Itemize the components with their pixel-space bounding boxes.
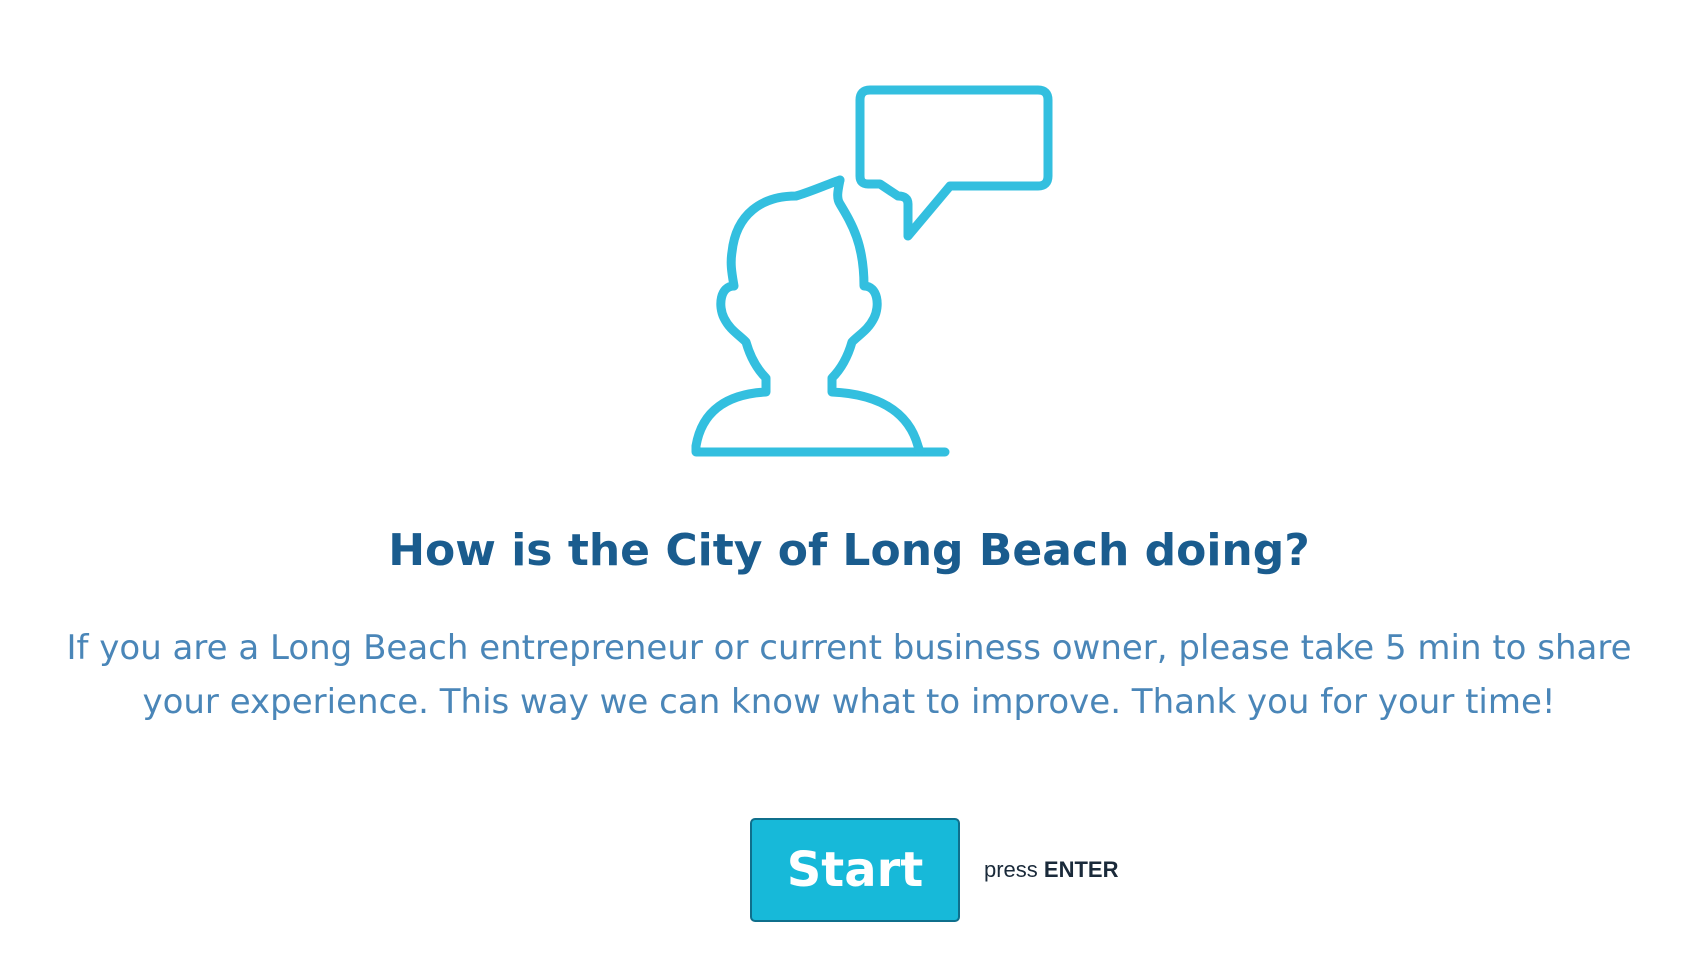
enter-hint: press ENTER bbox=[984, 857, 1118, 883]
welcome-screen: How is the City of Long Beach doing? If … bbox=[0, 0, 1698, 968]
page-title: How is the City of Long Beach doing? bbox=[388, 525, 1310, 576]
person-speech-bubble-icon bbox=[691, 85, 1053, 457]
start-button[interactable]: Start bbox=[750, 818, 960, 922]
intro-description: If you are a Long Beach entrepreneur or … bbox=[66, 628, 1632, 722]
speech-bubble-icon bbox=[855, 85, 1053, 241]
illustration bbox=[640, 80, 1060, 460]
start-row: Start press ENTER bbox=[750, 818, 1118, 922]
enter-hint-prefix: press bbox=[984, 857, 1038, 882]
enter-key-label: ENTER bbox=[1043, 857, 1119, 882]
